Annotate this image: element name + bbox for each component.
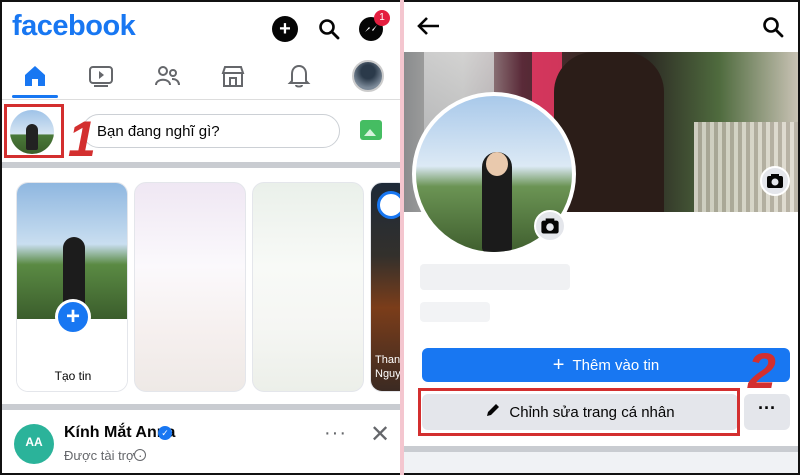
more-options-button[interactable]: ···: [324, 422, 347, 445]
create-story-card[interactable]: + Tạo tin: [16, 182, 128, 392]
highlight-box-edit-profile: [418, 388, 740, 436]
back-arrow-icon[interactable]: [416, 14, 442, 45]
stories-tray: + Tạo tin Than Nguy: [2, 168, 400, 402]
add-to-story-label: Thêm vào tin: [572, 356, 660, 374]
highlight-box-avatar: [4, 104, 64, 158]
add-story-plus-icon[interactable]: +: [55, 299, 91, 335]
bell-icon[interactable]: [282, 60, 316, 92]
story-card[interactable]: [252, 182, 364, 392]
plus-icon: +: [552, 354, 565, 376]
home-icon[interactable]: [18, 60, 52, 92]
section-divider: [404, 446, 798, 473]
verified-badge-icon: ✓: [158, 426, 172, 440]
marketplace-icon[interactable]: [216, 60, 250, 92]
video-icon[interactable]: [84, 60, 118, 92]
main-tabbar: [2, 56, 400, 100]
facebook-logo: facebook: [12, 10, 136, 42]
story-card[interactable]: Than Nguy: [370, 182, 400, 392]
profile-panel: + Thêm vào tin 2 Chỉnh sửa trang cá nhân…: [404, 2, 798, 473]
blurred-profile-name: [420, 264, 570, 290]
sponsored-label: Được tài trợ ·: [64, 448, 143, 463]
profile-more-button[interactable]: ···: [744, 394, 790, 430]
globe-icon: [134, 449, 146, 461]
close-post-button[interactable]: ✕: [370, 420, 390, 449]
step-number-1: 1: [68, 111, 96, 167]
step-number-2: 2: [748, 343, 776, 399]
photo-icon[interactable]: [360, 120, 382, 140]
camera-icon[interactable]: [760, 166, 790, 196]
story-avatar-ring: [377, 191, 400, 219]
search-icon[interactable]: [762, 16, 784, 43]
add-to-story-button[interactable]: + Thêm vào tin: [422, 348, 790, 382]
friends-icon[interactable]: [150, 60, 184, 92]
notification-badge: 1: [374, 10, 390, 26]
profile-menu-avatar[interactable]: [352, 60, 384, 92]
create-icon[interactable]: +: [272, 16, 298, 42]
search-icon[interactable]: [316, 16, 342, 42]
composer-input[interactable]: Bạn đang nghĩ gì?: [82, 114, 340, 148]
feed-panel: facebook + 1 Bạn đang nghĩ gì? 1 + Tạo t…: [2, 2, 400, 473]
camera-icon[interactable]: [534, 210, 566, 242]
active-tab-indicator: [12, 95, 58, 98]
story-partial-text: Than Nguy: [375, 354, 400, 380]
page-avatar[interactable]: [14, 424, 54, 464]
blurred-profile-subtitle: [420, 302, 490, 322]
create-story-label: Tạo tin: [54, 369, 92, 383]
profile-face: [486, 152, 508, 176]
story-card[interactable]: [134, 182, 246, 392]
sponsored-post-header: Kính Mắt Anna ✓ Được tài trợ · ··· ✕: [2, 410, 400, 473]
